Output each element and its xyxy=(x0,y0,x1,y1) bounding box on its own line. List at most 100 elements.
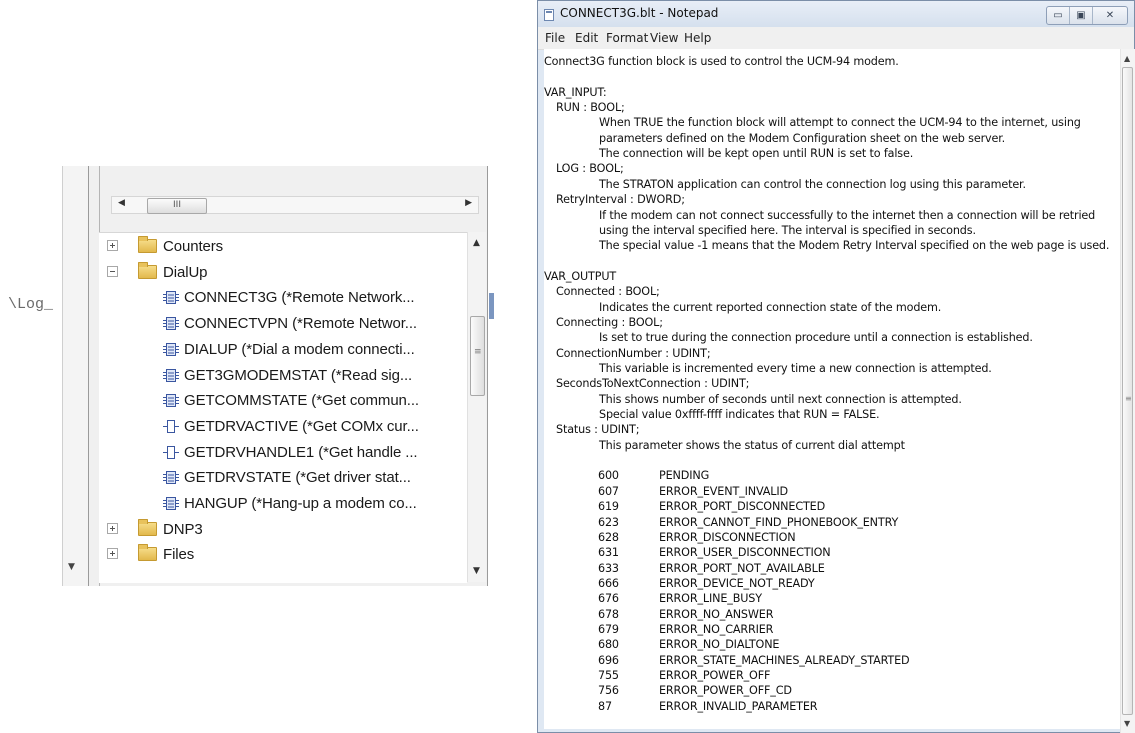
tree-item-label: CONNECTVPN (*Remote Networ... xyxy=(184,315,417,333)
scroll-grip-icon: ≡ xyxy=(474,347,482,357)
menu-bar: File Edit Format View Help xyxy=(538,27,1134,50)
text-line: The special value -1 means that the Mode… xyxy=(599,239,1110,253)
scroll-left-arrow-icon[interactable]: ◀ xyxy=(118,198,125,208)
tree-item[interactable]: CONNECT3G (*Remote Network... xyxy=(99,285,467,310)
close-button[interactable]: ✕ xyxy=(1093,7,1127,24)
function-block-icon xyxy=(163,497,179,510)
text-line: RUN : BOOL; xyxy=(556,101,625,115)
status-code-value: 679 xyxy=(598,622,619,636)
horizontal-scrollbar[interactable]: ◀ III ▶ xyxy=(111,196,479,214)
notepad-app-icon xyxy=(544,9,554,21)
menu-format[interactable]: Format xyxy=(606,31,648,45)
status-code-name: ERROR_INVALID_PARAMETER xyxy=(659,699,818,713)
status-code-name: ERROR_PORT_NOT_AVAILABLE xyxy=(659,561,825,575)
library-tree: Counters DialUp CONNECT3G (*Remote Network… xyxy=(99,232,467,583)
tree-item-label: Counters xyxy=(163,238,224,255)
expand-plus-icon[interactable] xyxy=(107,240,118,251)
tree-item[interactable]: HANGUP (*Hang-up a modem co... xyxy=(99,491,467,516)
status-code-row: 755 ERROR_POWER_OFF xyxy=(544,669,1104,684)
status-code-row: 633 ERROR_PORT_NOT_AVAILABLE xyxy=(544,562,1104,577)
scroll-up-arrow-icon[interactable]: ▲ xyxy=(473,238,480,248)
scroll-down-arrow-icon[interactable]: ▼ xyxy=(473,566,480,576)
collapse-minus-icon[interactable] xyxy=(107,265,118,277)
status-code-value: 676 xyxy=(598,592,619,606)
tree-item-label: CONNECT3G (*Remote Network... xyxy=(184,289,415,307)
title-bar[interactable]: CONNECT3G.blt - Notepad ▭ ▣ ✕ xyxy=(538,1,1134,27)
status-code-value: 628 xyxy=(598,530,619,544)
log-path-fragment: \Log_ xyxy=(8,296,54,313)
menu-view[interactable]: View xyxy=(650,31,678,45)
maximize-button[interactable]: ▣ xyxy=(1070,7,1093,24)
status-code-name: ERROR_NO_CARRIER xyxy=(659,622,774,636)
text-line: VAR_INPUT: xyxy=(544,85,607,99)
editor-vertical-scroll-thumb[interactable]: ≡ xyxy=(1122,67,1133,715)
scroll-up-arrow-icon[interactable]: ▲ xyxy=(1124,54,1130,63)
status-code-name: ERROR_CANNOT_FIND_PHONEBOOK_ENTRY xyxy=(659,515,899,529)
text-line: RetryInterval : DWORD; xyxy=(556,193,685,207)
text-editor-area[interactable]: Connect3G function block is used to cont… xyxy=(544,49,1120,729)
notepad-window: CONNECT3G.blt - Notepad ▭ ▣ ✕ File Edit … xyxy=(537,0,1135,733)
scroll-down-arrow-icon[interactable]: ▼ xyxy=(1124,719,1130,728)
status-code-name: ERROR_STATE_MACHINES_ALREADY_STARTED xyxy=(659,653,910,667)
tree-item-label: DialUp xyxy=(163,263,208,281)
text-line: SecondsToNextConnection : UDINT; xyxy=(556,377,750,391)
scroll-grip-icon: ≡ xyxy=(1125,394,1132,403)
scroll-down-arrow-icon[interactable]: ▼ xyxy=(68,562,75,572)
tree-item-label: GETDRVACTIVE (*Get COMx cur... xyxy=(184,417,419,435)
tree-folder[interactable]: DNP3 xyxy=(99,517,467,542)
window-title: CONNECT3G.blt - Notepad xyxy=(560,6,719,20)
library-tree-panel: ◀ III ▶ Counters DialUp CONNECT3G (*Remote… xyxy=(88,166,488,586)
tree-folder[interactable]: Counters xyxy=(99,234,467,259)
status-code-name: ERROR_NO_ANSWER xyxy=(659,607,774,621)
tree-folder[interactable]: Files xyxy=(99,542,467,567)
tree-item-label: GET3GMODEMSTAT (*Read sig... xyxy=(184,366,413,384)
minimize-button[interactable]: ▭ xyxy=(1047,7,1070,24)
horizontal-scroll-thumb[interactable]: III xyxy=(147,198,207,214)
status-code-row: 628 ERROR_DISCONNECTION xyxy=(544,531,1104,546)
menu-file[interactable]: File xyxy=(545,31,565,45)
status-code-value: 680 xyxy=(598,638,619,652)
menu-edit[interactable]: Edit xyxy=(575,31,598,45)
status-code-value: 631 xyxy=(598,546,619,560)
editor-vertical-scrollbar[interactable]: ▲ ≡ ▼ xyxy=(1120,49,1135,733)
folder-icon xyxy=(138,261,157,279)
status-code-value: 696 xyxy=(598,653,619,667)
folder-icon xyxy=(138,518,157,536)
function-block-icon xyxy=(163,394,179,408)
text-line: If the modem can not connect successfull… xyxy=(599,208,1096,222)
status-code-name: ERROR_DISCONNECTION xyxy=(659,530,796,544)
text-line: The connection will be kept open until R… xyxy=(599,147,914,161)
text-line: Connected : BOOL; xyxy=(556,285,660,299)
function-block-icon xyxy=(163,368,179,382)
scroll-right-arrow-icon[interactable]: ▶ xyxy=(465,198,472,208)
status-code-row: 631 ERROR_USER_DISCONNECTION xyxy=(544,546,1104,561)
expand-plus-icon[interactable] xyxy=(107,522,118,534)
status-code-row: 756 ERROR_POWER_OFF_CD xyxy=(544,684,1104,699)
tree-item[interactable]: GETDRVACTIVE (*Get COMx cur... xyxy=(99,414,467,439)
status-code-name: ERROR_USER_DISCONNECTION xyxy=(659,546,831,560)
tree-item[interactable]: DIALUP (*Dial a modem connecti... xyxy=(99,337,467,362)
tree-item[interactable]: GETDRVSTATE (*Get driver stat... xyxy=(99,465,467,490)
function-block-icon xyxy=(163,317,179,331)
tree-item-label: GETCOMMSTATE (*Get commun... xyxy=(184,392,420,410)
tree-vertical-scroll-thumb[interactable]: ≡ xyxy=(470,316,485,396)
tree-item[interactable]: GETDRVHANDLE1 (*Get handle ... xyxy=(99,440,467,465)
status-code-value: 678 xyxy=(598,607,619,621)
text-line: Connect3G function block is used to cont… xyxy=(544,55,899,68)
left-side-pane: ▼ xyxy=(62,166,89,586)
status-code-value: 87 xyxy=(598,699,612,713)
tree-item[interactable]: GET3GMODEMSTAT (*Read sig... xyxy=(99,363,467,388)
tree-vertical-scrollbar[interactable]: ▲ ≡ ▼ xyxy=(467,232,486,582)
expand-plus-icon[interactable] xyxy=(107,548,118,560)
menu-help[interactable]: Help xyxy=(684,31,711,45)
tree-item[interactable]: GETCOMMSTATE (*Get commun... xyxy=(99,388,467,413)
status-code-name: ERROR_POWER_OFF_CD xyxy=(659,684,792,698)
status-code-row: 619 ERROR_PORT_DISCONNECTED xyxy=(544,500,1104,515)
tree-folder[interactable]: DialUp xyxy=(99,260,467,285)
function-block-icon xyxy=(163,471,179,485)
splitter-marker xyxy=(489,293,494,319)
folder-icon xyxy=(138,236,157,253)
text-line: VAR_OUTPUT xyxy=(544,269,617,283)
tree-item[interactable]: CONNECTVPN (*Remote Networ... xyxy=(99,311,467,336)
status-code-name: ERROR_POWER_OFF xyxy=(659,669,771,682)
